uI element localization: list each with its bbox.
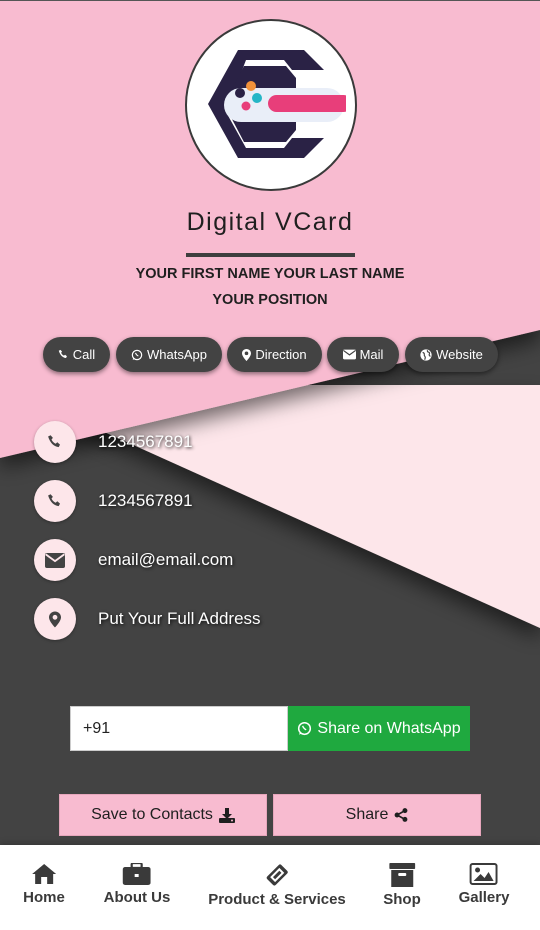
- direction-label: Direction: [255, 347, 307, 362]
- direction-button[interactable]: Direction: [227, 337, 322, 372]
- nav-shop-label: Shop: [383, 891, 421, 908]
- phone-icon: [48, 435, 60, 448]
- call-button[interactable]: Call: [43, 337, 110, 372]
- briefcase-icon: [122, 863, 151, 885]
- website-label: Website: [436, 347, 483, 362]
- image-icon: [470, 863, 498, 885]
- contact-address[interactable]: Put Your Full Address: [34, 598, 261, 640]
- phone-icon: [48, 494, 60, 507]
- contact-phone-2[interactable]: 1234567891: [34, 480, 193, 522]
- whatsapp-label: WhatsApp: [147, 347, 207, 362]
- archive-icon: [389, 863, 415, 887]
- share-label: Share: [345, 806, 389, 823]
- nav-about-us[interactable]: About Us: [103, 863, 171, 906]
- brand-title: Digital VCard: [186, 208, 354, 236]
- map-marker-icon-circle: [34, 598, 76, 640]
- nav-product-services-label: Product & Services: [208, 891, 346, 908]
- nav-gallery-label: Gallery: [458, 889, 510, 906]
- contact-email-value: email@email.com: [98, 550, 234, 569]
- top-border: [0, 0, 540, 1]
- call-label: Call: [72, 347, 96, 362]
- nav-home-label: Home: [23, 889, 65, 906]
- nav-about-us-label: About Us: [103, 889, 171, 906]
- map-marker-icon: [49, 611, 61, 627]
- logo: [185, 19, 357, 191]
- contact-phone-1-value: 1234567891: [98, 432, 193, 451]
- globe-icon: [420, 348, 432, 361]
- home-icon: [32, 864, 56, 884]
- whatsapp-button[interactable]: WhatsApp: [116, 337, 222, 372]
- contact-email[interactable]: email@email.com: [34, 539, 233, 581]
- share-button[interactable]: Share: [273, 794, 481, 836]
- map-marker-icon: [242, 348, 252, 361]
- envelope-icon-circle: [34, 539, 76, 581]
- phone-icon-circle: [34, 480, 76, 522]
- contact-address-value: Put Your Full Address: [98, 609, 261, 628]
- mail-button[interactable]: Mail: [327, 337, 399, 372]
- download-icon: [218, 807, 235, 823]
- whatsapp-number-input[interactable]: [70, 706, 288, 751]
- contact-phone-2-value: 1234567891: [98, 491, 193, 510]
- nav-gallery[interactable]: Gallery: [458, 863, 510, 906]
- share-alt-icon: [394, 808, 408, 822]
- person-name: YOUR FIRST NAME YOUR LAST NAME: [135, 266, 405, 282]
- envelope-icon: [45, 552, 65, 568]
- mail-label: Mail: [359, 347, 384, 362]
- share-on-whatsapp-button[interactable]: Share on WhatsApp: [288, 706, 470, 751]
- ticket-icon: [266, 864, 288, 886]
- person-position: YOUR POSITION: [212, 292, 328, 308]
- envelope-icon: [342, 349, 356, 360]
- website-button[interactable]: Website: [405, 337, 498, 372]
- phone-icon-circle: [34, 421, 76, 463]
- nav-shop[interactable]: Shop: [383, 863, 421, 908]
- logo-icon: [208, 50, 346, 158]
- share-on-whatsapp-label: Share on WhatsApp: [317, 719, 461, 737]
- whatsapp-icon: [298, 721, 312, 736]
- whatsapp-icon: [131, 349, 143, 360]
- save-to-contacts-label: Save to Contacts: [91, 806, 213, 823]
- nav-product-services[interactable]: Product & Services: [208, 863, 346, 908]
- title-underline: [186, 253, 355, 257]
- bottom-navigation: Home About Us Product & Services Shop Ga…: [0, 845, 540, 930]
- nav-home[interactable]: Home: [23, 863, 65, 906]
- save-to-contacts-button[interactable]: Save to Contacts: [59, 794, 267, 836]
- phone-icon: [58, 349, 67, 359]
- contact-phone-1[interactable]: 1234567891: [34, 421, 193, 463]
